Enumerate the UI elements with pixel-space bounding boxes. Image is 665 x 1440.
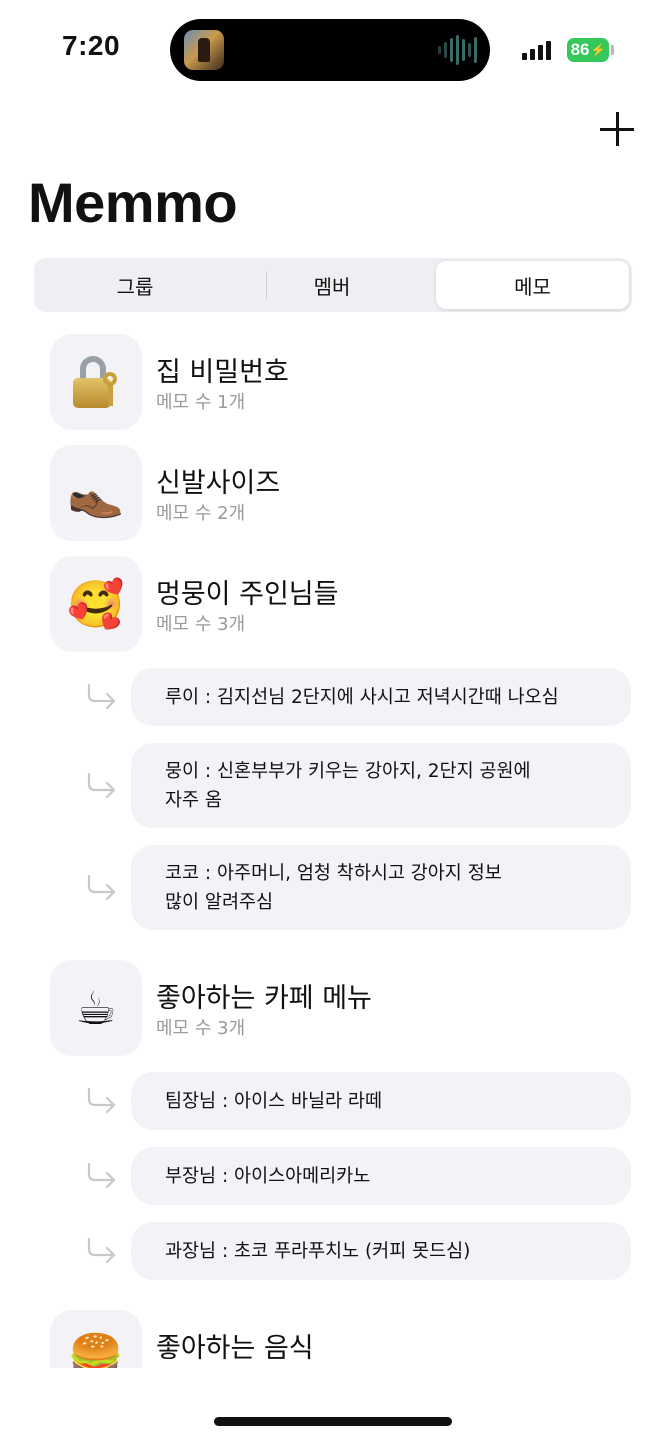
battery-level: 86	[570, 40, 590, 59]
now-playing-artwork[interactable]	[184, 30, 224, 70]
group-memo-count: 메모 수 3개	[156, 1018, 246, 1039]
memo-item: 루이 : 김지선님 2단지에 사시고 저녁시간때 나오심	[86, 668, 631, 726]
memo-text-line: 자주 옴	[165, 789, 222, 811]
memo-text: 팀장님 : 아이스 바닐라 라떼	[165, 1090, 382, 1112]
status-time: 7:20	[62, 30, 121, 61]
memo-text-line: 뭉이 : 신혼부부가 키우는 강아지, 2단지 공원에	[165, 760, 531, 782]
group-name: 신발사이즈	[156, 468, 281, 499]
memo-text: 부장님 : 아이스아메리카노	[165, 1165, 371, 1187]
battery-icon: 86 ⚡	[567, 38, 609, 62]
add-icon[interactable]	[598, 110, 638, 150]
memo-text: 과장님 : 초코 푸라푸치노 (커피 못드심)	[165, 1240, 471, 1262]
memo-bubble[interactable]: 코코 : 아주머니, 엄청 착하시고 강아지 정보 많이 알려주심	[131, 845, 631, 930]
memo-item: 뭉이 : 신혼부부가 키우는 강아지, 2단지 공원에 자주 옴	[86, 743, 631, 828]
audio-waveform-icon	[438, 35, 477, 65]
hamburger-icon: 🍔	[50, 1310, 142, 1368]
page-title: Memmo	[28, 171, 238, 234]
reply-arrow-icon	[87, 772, 116, 799]
group-item-favorite-cafe-menu[interactable]: ☕ 좋아하는 카페 메뉴 메모 수 3개	[50, 960, 630, 1056]
lock-with-key-icon	[50, 334, 142, 430]
tab-members[interactable]: 멤버	[234, 261, 430, 309]
memo-bubble[interactable]: 부장님 : 아이스아메리카노	[131, 1147, 631, 1205]
memo-group-list[interactable]: 집 비밀번호 메모 수 1개 👞 신발사이즈 메모 수 2개 🥰 멍뭉이 주인님…	[0, 332, 665, 1368]
segmented-control: 그룹 멤버 메모	[34, 258, 632, 312]
shoe-icon: 👞	[50, 445, 142, 541]
smiling-face-hearts-icon: 🥰	[50, 556, 142, 652]
group-item-shoe-size[interactable]: 👞 신발사이즈 메모 수 2개	[50, 445, 630, 541]
memo-text-line: 많이 알려주심	[165, 891, 274, 913]
group-name: 좋아하는 카페 메뉴	[156, 983, 372, 1014]
reply-arrow-icon	[87, 1162, 116, 1189]
dynamic-island[interactable]	[170, 19, 490, 81]
group-name: 집 비밀번호	[156, 357, 289, 388]
reply-arrow-icon	[87, 1237, 116, 1264]
memo-bubble[interactable]: 뭉이 : 신혼부부가 키우는 강아지, 2단지 공원에 자주 옴	[131, 743, 631, 828]
memo-item: 팀장님 : 아이스 바닐라 라떼	[86, 1072, 631, 1130]
cellular-signal-icon	[522, 40, 551, 60]
memo-bubble[interactable]: 과장님 : 초코 푸라푸치노 (커피 못드심)	[131, 1222, 631, 1280]
group-name: 좋아하는 음식	[156, 1333, 314, 1364]
memo-item: 부장님 : 아이스아메리카노	[86, 1147, 631, 1205]
hot-beverage-icon: ☕	[50, 960, 142, 1056]
tab-groups[interactable]: 그룹	[37, 261, 233, 309]
group-item-favorite-food[interactable]: 🍔 좋아하는 음식	[50, 1310, 630, 1368]
memo-item: 코코 : 아주머니, 엄청 착하시고 강아지 정보 많이 알려주심	[86, 845, 631, 930]
group-item-home-password[interactable]: 집 비밀번호 메모 수 1개	[50, 334, 630, 430]
memo-bubble[interactable]: 팀장님 : 아이스 바닐라 라떼	[131, 1072, 631, 1130]
battery-cap	[611, 45, 614, 55]
reply-arrow-icon	[87, 683, 116, 710]
group-memo-count: 메모 수 1개	[156, 392, 246, 413]
reply-arrow-icon	[87, 1087, 116, 1114]
memo-bubble[interactable]: 루이 : 김지선님 2단지에 사시고 저녁시간때 나오심	[131, 668, 631, 726]
group-item-dog-owners[interactable]: 🥰 멍뭉이 주인님들 메모 수 3개	[50, 556, 630, 652]
memo-text-line: 코코 : 아주머니, 엄청 착하시고 강아지 정보	[165, 862, 502, 884]
memo-item: 과장님 : 초코 푸라푸치노 (커피 못드심)	[86, 1222, 631, 1280]
home-indicator[interactable]	[214, 1417, 452, 1426]
group-name: 멍뭉이 주인님들	[156, 579, 339, 610]
group-memo-count: 메모 수 2개	[156, 503, 246, 524]
group-memo-count: 메모 수 3개	[156, 614, 246, 635]
memo-text: 루이 : 김지선님 2단지에 사시고 저녁시간때 나오심	[165, 686, 559, 708]
reply-arrow-icon	[87, 874, 116, 901]
tab-memos[interactable]: 메모	[436, 261, 629, 309]
